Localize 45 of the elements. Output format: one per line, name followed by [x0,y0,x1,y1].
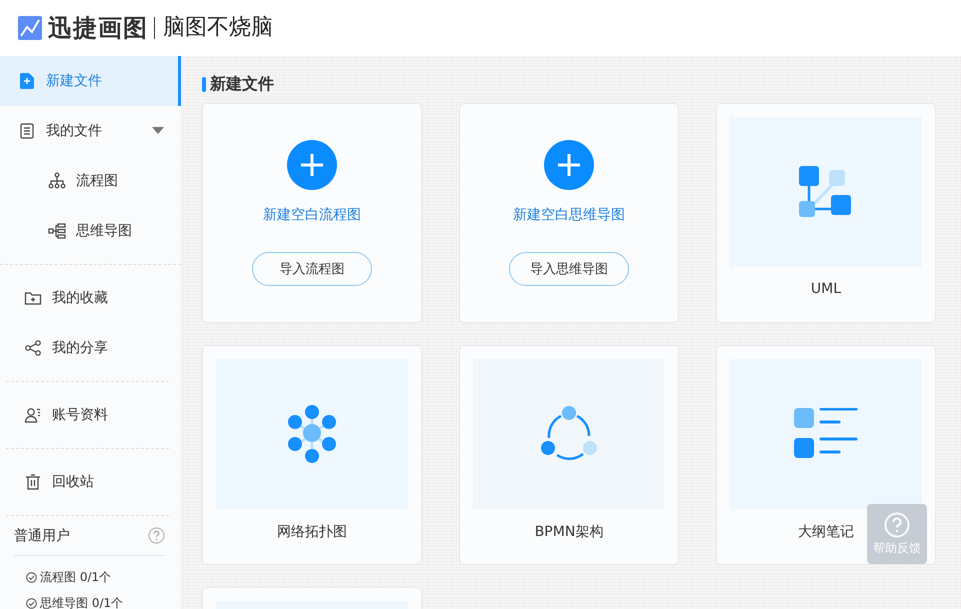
new-file-icon [18,72,36,90]
hierarchy-icon [48,172,66,190]
template-label: 网络拓扑图 [277,523,347,541]
template-card[interactable]: BPMN架构 [459,345,679,565]
cycle-icon [541,406,597,462]
quota-text: 流程图 0/1个 [40,568,112,586]
plus-icon [287,140,337,190]
import-button[interactable]: 导入思维导图 [509,252,629,286]
uml-icon [799,166,853,218]
account-type: 普通用户 [14,526,70,544]
import-button[interactable]: 导入流程图 [252,252,372,286]
document-icon [18,122,36,140]
sidebar-subitem[interactable]: 流程图 [0,156,181,206]
trash-icon [24,473,42,491]
sidebar-subitem[interactable]: 思维导图 [0,206,181,256]
brand-name: 迅捷画图 [48,13,148,44]
network-icon [285,405,339,463]
template-label: 大纲笔记 [798,523,854,541]
section-title: 新建文件 [202,74,961,95]
template-label: BPMN架构 [534,523,604,541]
template-card[interactable]: 网络拓扑图 [202,345,422,565]
quota-text: 思维导图 0/1个 [40,594,124,609]
template-label: UML [810,281,842,297]
slogan: 脑图不烧脑 [154,17,273,39]
mind-map-icon [48,222,66,240]
plus-icon [544,140,594,190]
new-file-card[interactable]: 新建空白思维导图 导入思维导图 [459,103,679,323]
card-title: 新建空白思维导图 [513,206,625,224]
check-circle-icon [26,598,37,608]
user-icon [24,406,42,424]
template-card[interactable]: UML [716,103,936,323]
sidebar-item[interactable]: 我的分享 [6,323,169,373]
logo-icon [18,16,42,40]
check-circle-icon [26,572,37,582]
sidebar-item[interactable]: 账号资料 [6,390,169,440]
help-icon[interactable] [148,527,165,544]
question-icon [884,512,910,538]
outline-list-icon [794,408,858,460]
sidebar-item[interactable]: 我的收藏 [6,273,169,323]
sidebar-item[interactable]: 我的文件 [0,106,181,156]
sidebar-item[interactable]: 新建文件 [0,56,181,106]
sidebar-item[interactable]: 回收站 [6,457,169,507]
card-title: 新建空白流程图 [263,206,361,224]
new-file-card[interactable]: 新建空白流程图 导入流程图 [202,103,422,323]
share-icon [24,339,42,357]
